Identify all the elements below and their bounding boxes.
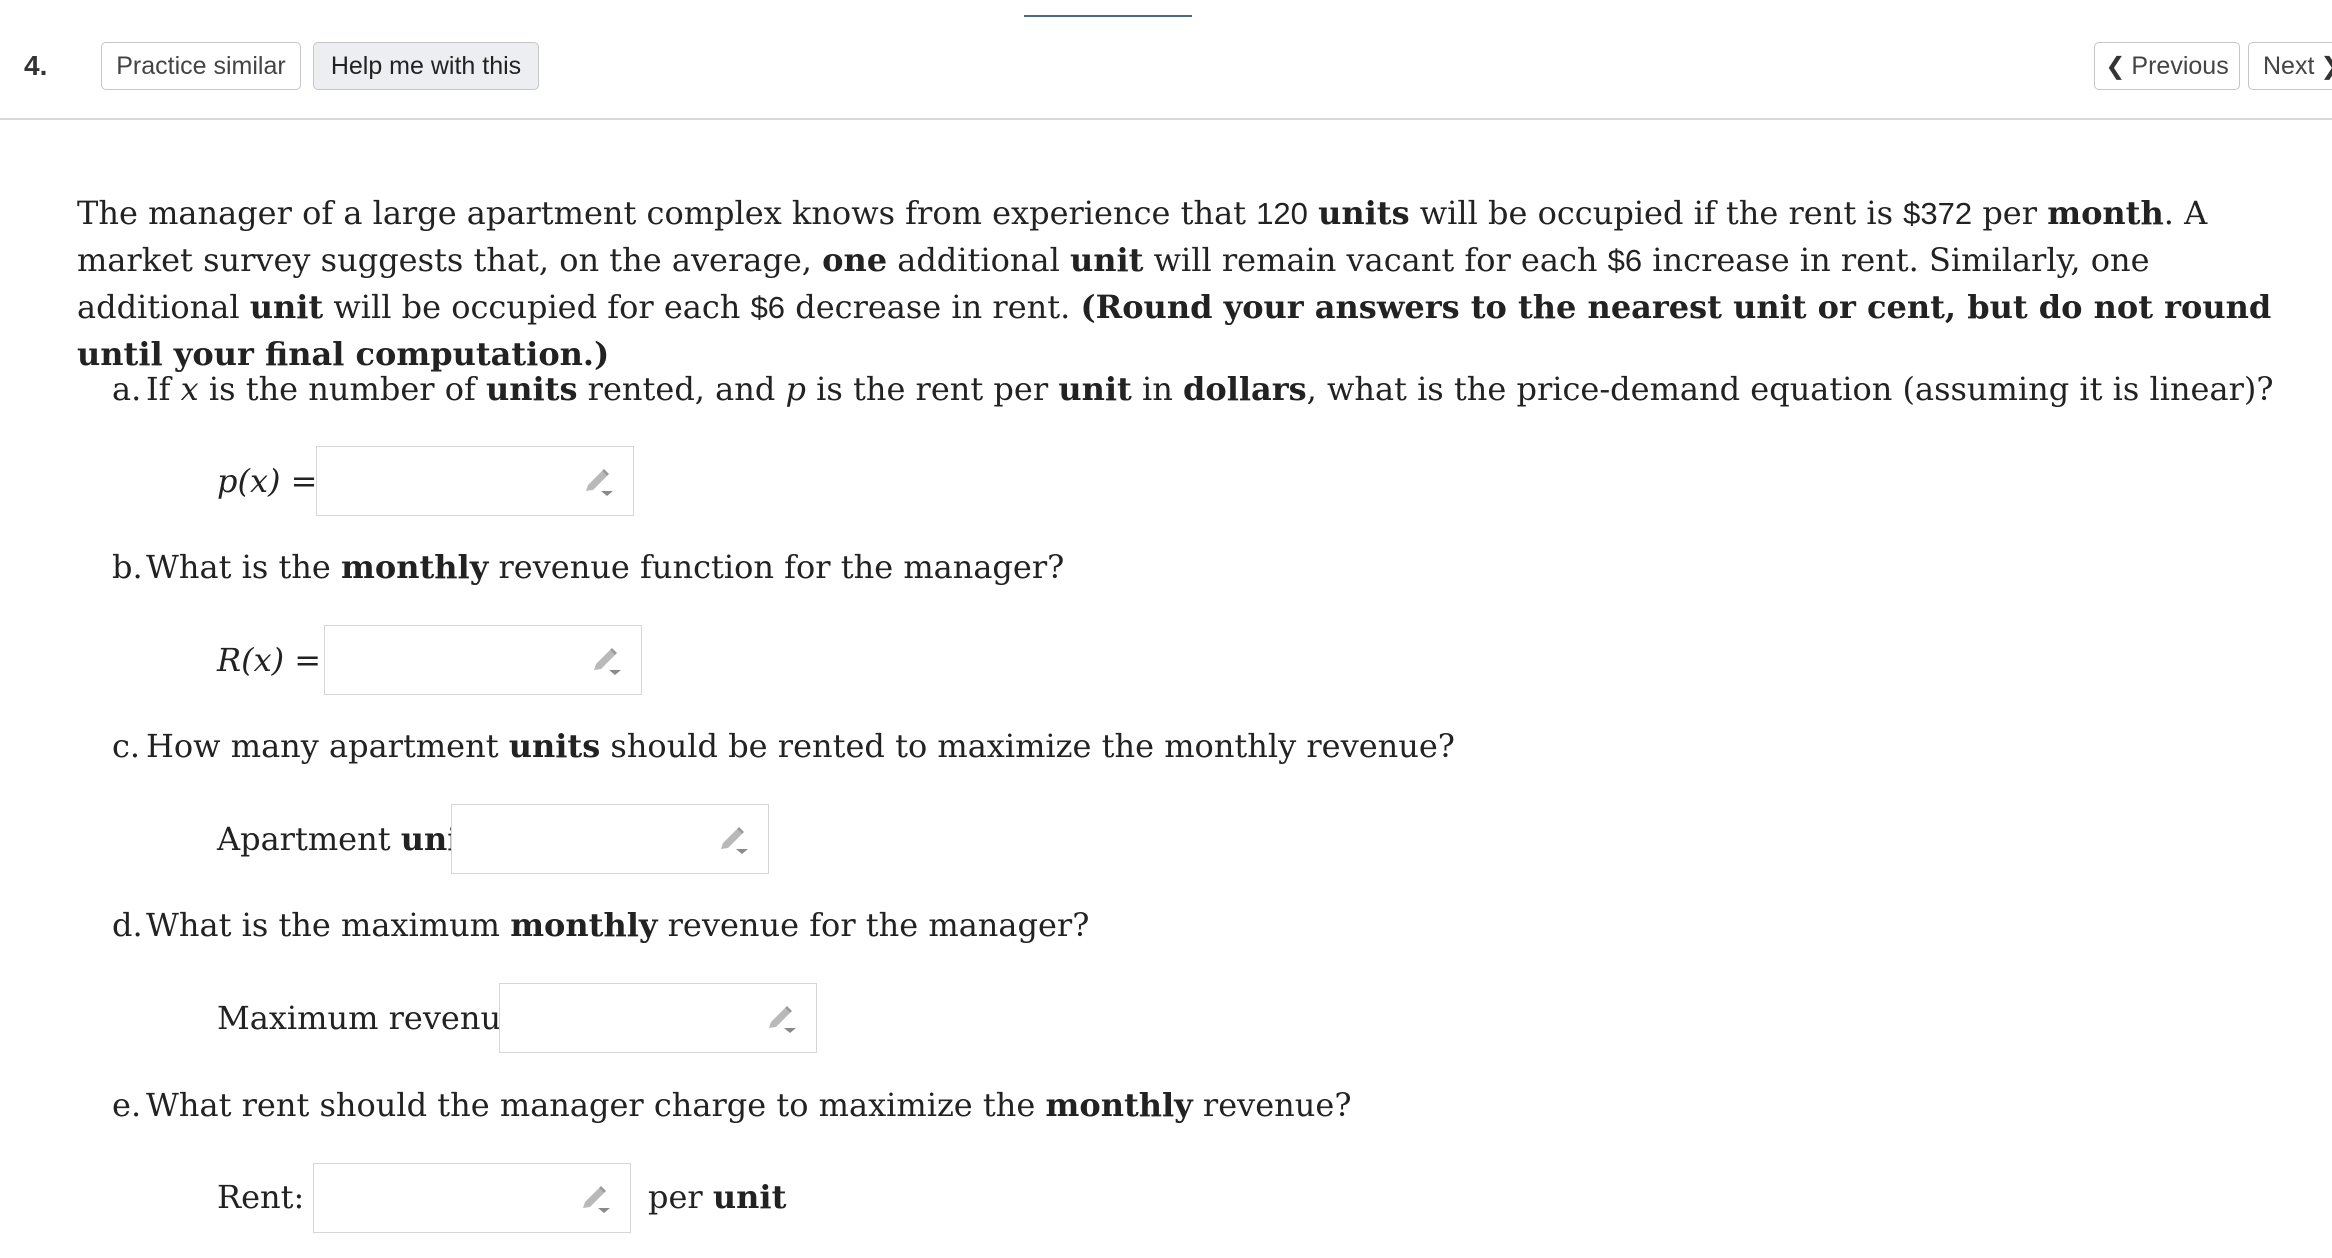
answer-b-input[interactable] — [324, 625, 642, 695]
practice-similar-button[interactable]: Practice similar — [101, 42, 301, 90]
answer-b-label: R(x) = — [217, 641, 322, 679]
pencil-icon[interactable] — [591, 646, 623, 676]
answer-e-unit-label: per unit — [648, 1178, 787, 1216]
chevron-left-icon: ❮ — [2105, 52, 2126, 80]
question-d: d. What is the maximum monthly revenue fo… — [112, 906, 1090, 944]
answer-d-input[interactable] — [499, 983, 817, 1053]
next-button[interactable]: Next ❯ — [2248, 42, 2332, 90]
help-me-button[interactable]: Help me with this — [313, 42, 539, 90]
pencil-icon[interactable] — [766, 1004, 798, 1034]
pencil-icon[interactable] — [580, 1184, 612, 1214]
previous-button[interactable]: ❮ Previous — [2094, 42, 2240, 90]
previous-label: Previous — [2131, 51, 2229, 80]
question-a: a. If x is the number of units rented, an… — [112, 370, 2274, 408]
question-e: e. What rent should the manager charge to… — [112, 1086, 1352, 1124]
question-b: b. What is the monthly revenue function f… — [112, 548, 1065, 586]
next-label: Next — [2263, 51, 2315, 80]
problem-statement: The manager of a large apartment complex… — [77, 194, 2272, 373]
answer-a-label: p(x) = — [217, 462, 318, 500]
question-number: 4. — [24, 50, 48, 81]
pencil-icon[interactable] — [718, 825, 750, 855]
pencil-icon[interactable] — [583, 467, 615, 497]
answer-c-input[interactable] — [451, 804, 769, 874]
answer-a-input[interactable] — [316, 446, 634, 516]
chevron-right-icon: ❯ — [2320, 52, 2332, 80]
question-c: c. How many apartment units should be ren… — [112, 727, 1455, 765]
question-toolbar: 4. Practice similar Help me with this ❮ … — [0, 0, 2332, 120]
answer-e-input[interactable] — [313, 1163, 631, 1233]
